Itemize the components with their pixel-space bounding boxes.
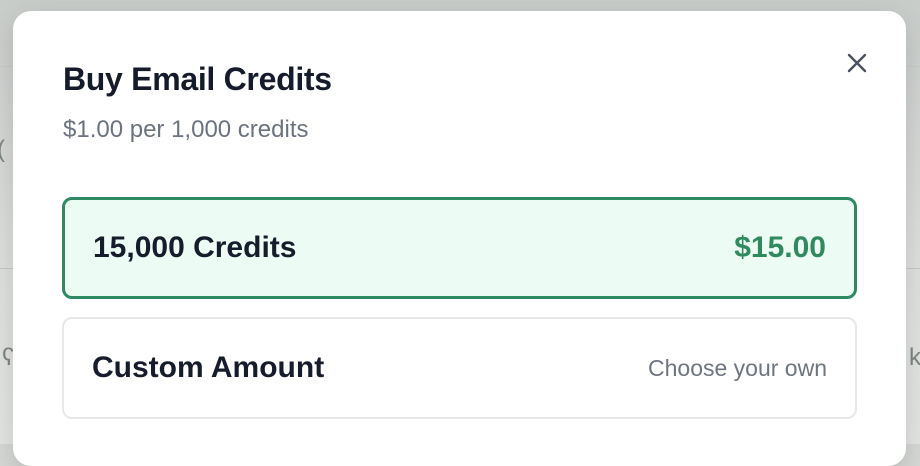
custom-amount-label: Custom Amount	[92, 351, 325, 384]
buy-credits-modal: Buy Email Credits $1.00 per 1,000 credit…	[13, 11, 906, 466]
modal-title: Buy Email Credits	[63, 61, 332, 97]
close-button[interactable]	[840, 46, 874, 80]
credit-option-label: 15,000 Credits	[93, 231, 297, 264]
credit-option-15000[interactable]: 15,000 Credits $15.00	[62, 197, 857, 299]
credit-option-price: $15.00	[734, 231, 826, 264]
backdrop-partial-text: k	[909, 344, 920, 371]
close-icon	[847, 53, 867, 73]
custom-amount-hint: Choose your own	[648, 354, 827, 381]
backdrop-partial-text: (	[0, 138, 5, 162]
custom-amount-option[interactable]: Custom Amount Choose your own	[62, 317, 857, 419]
modal-subtitle: $1.00 per 1,000 credits	[63, 116, 309, 143]
